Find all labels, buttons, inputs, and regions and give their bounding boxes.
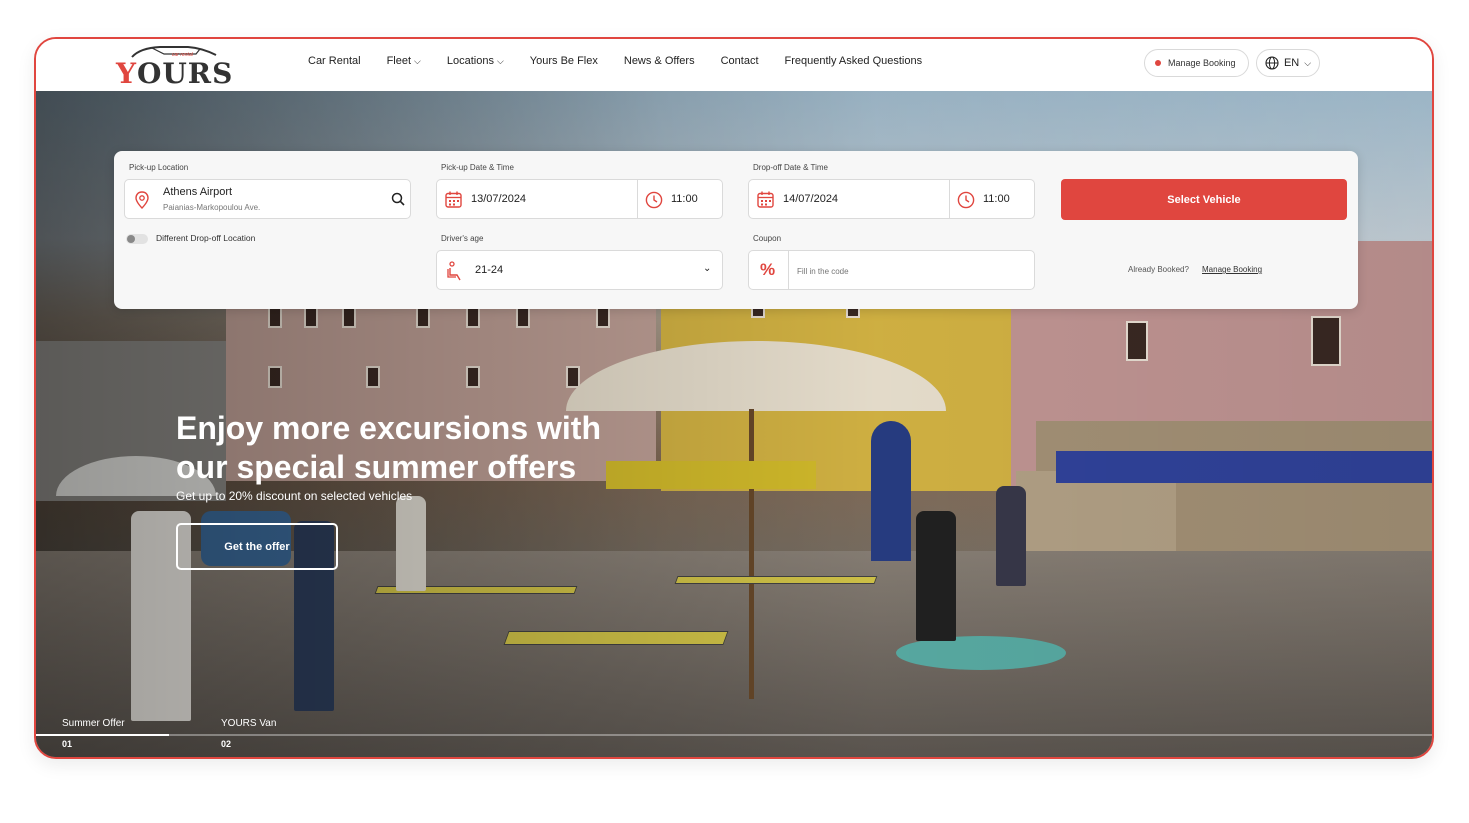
globe-icon — [1265, 56, 1279, 70]
drivers-age-label: Driver's age — [441, 234, 484, 243]
chevron-down-icon: ⌄ — [703, 263, 712, 274]
site-header: car rental YOURS Car Rental Fleet ⌵ Locatio… — [36, 39, 1432, 91]
coupon-input[interactable] — [797, 262, 1017, 280]
pickup-location-value: Athens Airport — [163, 186, 233, 198]
chevron-down-icon: ⌵ — [414, 55, 421, 66]
language-label: EN — [1283, 57, 1300, 69]
dropoff-date-value: 14/07/2024 — [783, 193, 839, 205]
nav-item-label: News & Offers — [623, 55, 695, 67]
nav-item-car-rental[interactable]: Car Rental — [308, 55, 361, 67]
manage-booking-button[interactable]: Manage Booking — [1144, 49, 1249, 77]
pickup-datetime-field[interactable]: 13/07/2024 11:00 — [436, 179, 723, 219]
nav-item-news-offers[interactable]: News & Offers — [624, 55, 695, 67]
nav-item-frequently-asked-questions[interactable]: Frequently Asked Questions — [785, 55, 923, 67]
pickup-location-label: Pick-up Location — [129, 163, 189, 172]
pickup-location-field[interactable]: Athens Airport Paianias-Markopoulou Ave. — [124, 179, 411, 219]
pickup-date-value: 13/07/2024 — [471, 193, 527, 205]
slide-label-1[interactable]: Summer Offer — [62, 718, 125, 729]
hero-title: Enjoy more excursions with our special s… — [176, 410, 601, 485]
already-booked-text: Already Booked? — [1128, 265, 1189, 274]
dropoff-time-value: 11:00 — [983, 193, 1010, 205]
hero-subtitle: Get up to 20% discount on selected vehic… — [176, 489, 413, 503]
clock-icon — [957, 191, 975, 209]
percent-icon: % — [760, 260, 776, 279]
dropoff-datetime-field[interactable]: 14/07/2024 11:00 — [748, 179, 1035, 219]
slide-progress-track — [36, 734, 1432, 736]
different-dropoff-label: Different Drop-off Location — [156, 233, 256, 243]
coupon-field[interactable]: % — [748, 250, 1035, 290]
get-offer-button[interactable]: Get the offer — [176, 523, 338, 570]
manage-booking-link[interactable]: Manage Booking — [1202, 265, 1262, 274]
coupon-label: Coupon — [753, 234, 782, 243]
dropoff-date-label: Drop-off Date & Time — [753, 163, 828, 172]
different-dropoff-toggle[interactable] — [126, 234, 148, 244]
brand-wordmark: YOURS — [116, 57, 234, 90]
nav-item-fleet[interactable]: Fleet ⌵ — [387, 55, 421, 67]
nav-item-locations[interactable]: Locations ⌵ — [447, 55, 504, 67]
browser-frame: car rental YOURS Car Rental Fleet ⌵ Locatio… — [34, 37, 1434, 759]
nav-item-label: Frequently Asked Questions — [784, 55, 923, 67]
pickup-time-value: 11:00 — [671, 193, 698, 205]
booking-panel: Pick-up Location Athens Airport Paianias… — [114, 151, 1358, 309]
hero-section: Pick-up Location Athens Airport Paianias… — [36, 91, 1432, 757]
calendar-icon — [757, 191, 774, 208]
select-vehicle-button[interactable]: Select Vehicle — [1061, 179, 1347, 220]
manage-booking-label: Manage Booking — [1168, 58, 1236, 68]
calendar-icon — [445, 191, 462, 208]
field-divider — [949, 180, 950, 218]
chevron-down-icon: ⌵ — [496, 55, 504, 66]
pickup-location-address: Paianias-Markopoulou Ave. — [163, 203, 261, 212]
brand-logo[interactable]: car rental YOURS — [116, 45, 232, 90]
nav-item-label: Yours Be Flex — [529, 55, 598, 67]
search-icon[interactable] — [391, 192, 405, 206]
slide-label-2[interactable]: YOURS Van — [221, 718, 276, 729]
map-pin-icon — [135, 191, 149, 209]
drivers-age-select[interactable]: 21-24 ⌄ — [436, 250, 723, 290]
slide-progress-fill — [36, 734, 169, 736]
nav-item-label: Car Rental — [308, 55, 361, 67]
nav-item-contact[interactable]: Contact — [721, 55, 759, 67]
clock-icon — [645, 191, 663, 209]
driver-seat-icon — [447, 261, 461, 281]
main-nav: Car Rental Fleet ⌵ Locations ⌵ Yours Be Flex N… — [308, 55, 922, 67]
slide-number-1: 01 — [62, 739, 73, 749]
nav-item-label: Fleet — [386, 55, 412, 67]
nav-item-label: Locations — [446, 55, 494, 67]
field-divider — [788, 251, 789, 289]
field-divider — [637, 180, 638, 218]
nav-item-yours-be-flex[interactable]: Yours Be Flex — [530, 55, 598, 67]
status-dot-icon — [1155, 60, 1161, 66]
nav-item-label: Contact — [720, 55, 759, 67]
chevron-down-icon: ⌵ — [1304, 57, 1312, 68]
pickup-date-label: Pick-up Date & Time — [441, 163, 514, 172]
language-selector[interactable]: EN ⌵ — [1256, 49, 1320, 77]
drivers-age-value: 21-24 — [475, 264, 504, 276]
slide-number-2: 02 — [221, 739, 232, 749]
